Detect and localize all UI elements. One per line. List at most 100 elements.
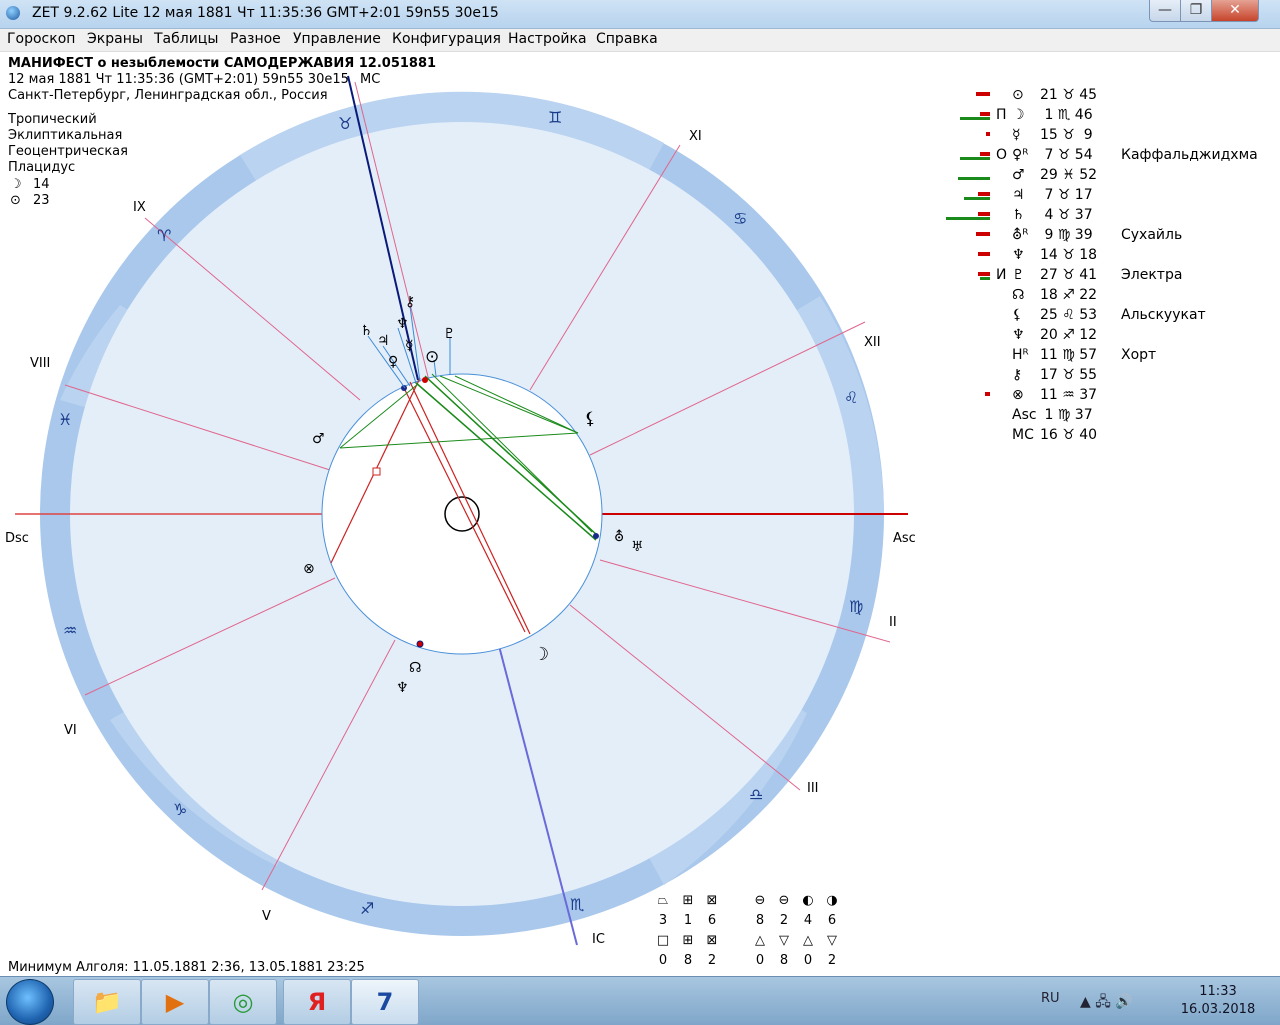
strength-bar-red bbox=[985, 392, 990, 396]
taskbar-explorer-icon[interactable]: 📁 bbox=[73, 979, 141, 1025]
clock[interactable]: 11:33 16.03.2018 bbox=[1178, 983, 1258, 1019]
house-label-xii: XII bbox=[864, 335, 881, 350]
aspect-count: 0 bbox=[658, 953, 668, 968]
planet-glyph-icon: ♆ bbox=[1012, 247, 1025, 263]
planet-glyph-icon: ♄ bbox=[1012, 207, 1025, 223]
saturn-icon[interactable]: ♄ bbox=[360, 323, 373, 339]
moon-phase-icon: ☽ bbox=[10, 177, 22, 192]
strength-bar-green bbox=[960, 157, 990, 160]
sign-capricorn-icon: ♑ bbox=[173, 800, 187, 819]
algol-minimum: Минимум Алголя: 11.05.1881 2:36, 13.05.1… bbox=[8, 960, 365, 975]
node-icon[interactable]: ☊ bbox=[409, 660, 421, 676]
mars-icon[interactable]: ♂ bbox=[312, 431, 325, 447]
aspect-icon: □ bbox=[656, 933, 670, 948]
menu-tables[interactable]: Таблицы bbox=[154, 31, 218, 47]
chart-place: Санкт-Петербург, Ленинградская обл., Рос… bbox=[8, 88, 328, 103]
earth-center bbox=[444, 496, 480, 532]
hort-icon[interactable]: ♅ bbox=[631, 539, 644, 555]
aspect-icon: ⊞ bbox=[682, 893, 694, 908]
mercury-icon[interactable]: ☿ bbox=[405, 338, 414, 354]
planet-glyph-icon: ⛢ᴿ bbox=[1012, 227, 1029, 243]
aspect-count: 8 bbox=[755, 913, 765, 928]
menu-bar: Гороскоп Экраны Таблицы Разное Управлени… bbox=[0, 29, 1280, 52]
moon-phase-value: 14 bbox=[33, 177, 50, 192]
planet-position: 4 ♉ 37 bbox=[1040, 207, 1093, 223]
planet-prefix: П bbox=[996, 107, 1007, 123]
venus-icon[interactable]: ♀ bbox=[388, 354, 398, 370]
strength-bar-red bbox=[980, 112, 990, 116]
title-bar[interactable]: ZET 9.2.62 Lite 12 мая 1881 Чт 11:35:36 … bbox=[0, 0, 1280, 29]
uranus-icon[interactable]: ⛢ bbox=[614, 529, 624, 545]
planet-glyph-icon: Hᴿ bbox=[1012, 347, 1029, 363]
planet-glyph-icon: ♇ bbox=[1012, 267, 1025, 283]
planet-glyph-icon: ♀ᴿ bbox=[1012, 147, 1029, 163]
planet-prefix: О bbox=[996, 147, 1008, 163]
menu-screens[interactable]: Экраны bbox=[87, 31, 143, 47]
planet-row: ♆ 14 ♉ 18 bbox=[940, 246, 1270, 266]
taskbar-media-icon[interactable]: ▶ bbox=[141, 979, 209, 1025]
uranus-marker bbox=[593, 533, 599, 539]
planet-glyph-icon: MC bbox=[1012, 427, 1034, 443]
close-button[interactable]: ✕ bbox=[1211, 0, 1259, 22]
setting-center: Геоцентрическая bbox=[8, 144, 128, 159]
aspect-icon: ◐ bbox=[802, 893, 814, 908]
aspect-count: 4 bbox=[803, 913, 813, 928]
menu-misc[interactable]: Разное bbox=[230, 31, 281, 47]
setting-houses: Плацидус bbox=[8, 160, 76, 175]
transpluto-icon[interactable]: ♆ bbox=[396, 680, 409, 696]
planet-row: ♆ 20 ♐ 12 bbox=[940, 326, 1270, 346]
aspect-icon: ⊖ bbox=[754, 893, 766, 908]
sign-leo-icon: ♌ bbox=[844, 388, 858, 407]
planet-prefix: И bbox=[996, 267, 1007, 283]
pluto-icon[interactable]: ♇ bbox=[443, 326, 456, 342]
house-label-asc: Asc bbox=[893, 531, 916, 546]
menu-help[interactable]: Справка bbox=[596, 31, 658, 47]
menu-settings[interactable]: Настройка bbox=[508, 31, 587, 47]
planet-position: 1 ♍ 37 bbox=[1040, 407, 1093, 423]
language-indicator[interactable]: RU bbox=[1041, 991, 1060, 1006]
maximize-button[interactable]: ❐ bbox=[1180, 0, 1212, 22]
planet-position: 15 ♉ 9 bbox=[1040, 127, 1093, 143]
planet-row: ♂ 29 ♓ 52 bbox=[940, 166, 1270, 186]
sun-phase-value: 23 bbox=[33, 193, 50, 208]
planet-row: ⊙ 21 ♉ 45 bbox=[940, 86, 1270, 106]
strength-bar-red bbox=[978, 192, 990, 196]
planet-position: 18 ♐ 22 bbox=[1040, 287, 1098, 303]
tray-icons[interactable]: ▲ 🖧 🔊 bbox=[1080, 991, 1133, 1015]
planet-row: ♃ 7 ♉ 17 bbox=[940, 186, 1270, 206]
house-label-ic: IC bbox=[592, 932, 605, 947]
moon-icon[interactable]: ☽ bbox=[533, 644, 549, 665]
neptune-icon[interactable]: ♆ bbox=[396, 316, 409, 332]
planet-position: 11 ♍ 57 bbox=[1040, 347, 1098, 363]
lilith-icon[interactable]: ⚸ bbox=[584, 409, 596, 429]
planet-row: И ♇ 27 ♉ 41 Электра bbox=[940, 266, 1270, 286]
natal-chart[interactable]: ♉ ♊ ♋ ♌ ♍ ♎ ♏ ♐ ♑ ♒ ♓ ♈ MC IC Asc Dsc II… bbox=[0, 51, 940, 951]
taskbar-chrome-icon[interactable]: ◎ bbox=[209, 979, 277, 1025]
strength-bar-green bbox=[946, 217, 990, 220]
chiron-icon[interactable]: ⚷ bbox=[405, 294, 415, 310]
fortune-icon[interactable]: ⊗ bbox=[303, 561, 315, 577]
aspect-count: 8 bbox=[779, 953, 789, 968]
house-label-xi: XI bbox=[689, 129, 702, 144]
aspect-icon: ▽ bbox=[779, 933, 789, 948]
minimize-button[interactable]: — bbox=[1149, 0, 1181, 22]
menu-control[interactable]: Управление bbox=[293, 31, 381, 47]
taskbar-yandex-icon[interactable]: Я bbox=[283, 979, 351, 1025]
planet-glyph-icon: ☊ bbox=[1012, 287, 1025, 303]
planet-row: ♄ 4 ♉ 37 bbox=[940, 206, 1270, 226]
sun-icon[interactable]: ⊙ bbox=[425, 347, 439, 367]
aspect-icon: ▽ bbox=[827, 933, 837, 948]
menu-configuration[interactable]: Конфигурация bbox=[392, 31, 501, 47]
clock-time: 11:33 bbox=[1199, 984, 1237, 999]
planet-row: Asc 1 ♍ 37 bbox=[940, 406, 1270, 426]
planet-row: Hᴿ 11 ♍ 57 Хорт bbox=[940, 346, 1270, 366]
taskbar-zet-icon[interactable]: 7 bbox=[351, 979, 419, 1025]
planet-glyph-icon: ♂ bbox=[1012, 167, 1025, 183]
aspect-count: 6 bbox=[707, 913, 717, 928]
aspect-count: 3 bbox=[658, 913, 668, 928]
jupiter-icon[interactable]: ♃ bbox=[377, 333, 390, 349]
start-button[interactable] bbox=[6, 979, 54, 1025]
menu-horoscope[interactable]: Гороскоп bbox=[7, 31, 75, 47]
square-marker bbox=[372, 467, 381, 476]
planet-row: ☊ 18 ♐ 22 bbox=[940, 286, 1270, 306]
